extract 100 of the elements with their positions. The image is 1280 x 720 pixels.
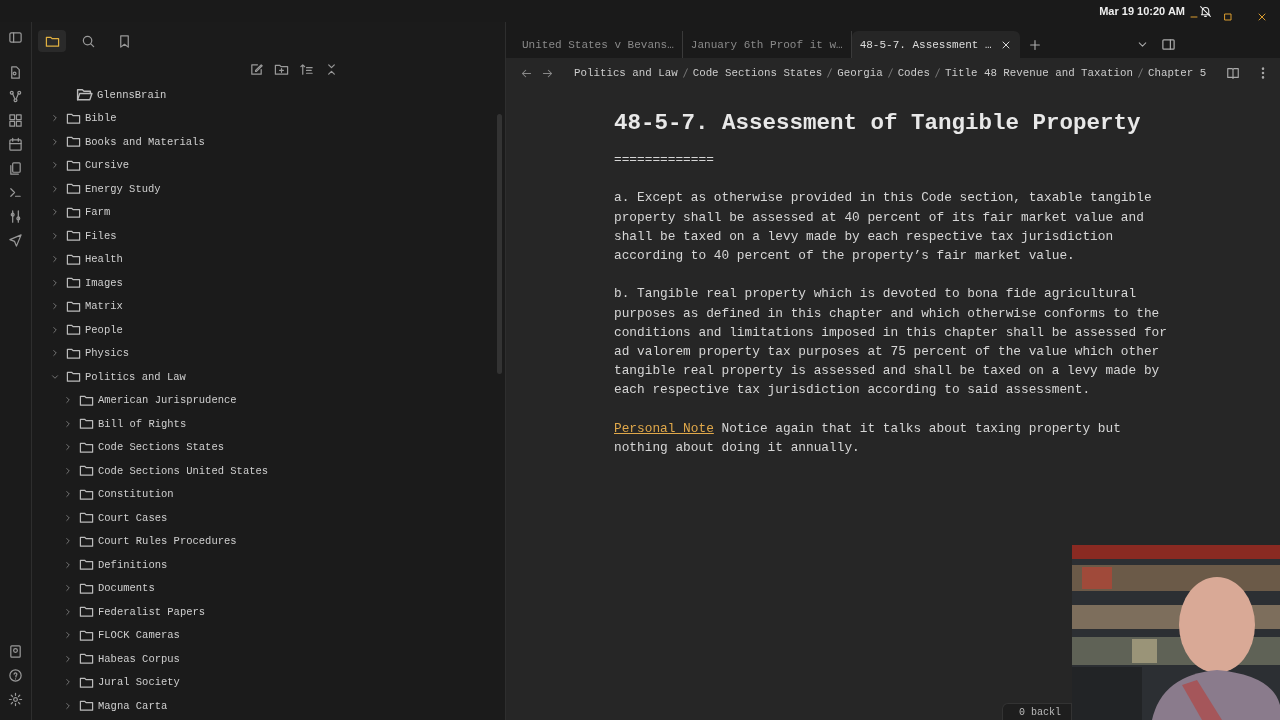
- folder-item[interactable]: Documents: [98, 582, 155, 595]
- terminal-icon[interactable]: [8, 185, 23, 200]
- paragraph: Personal Note Notice again that it talks about taxing property but nothing about doing it annually.: [614, 419, 1122, 457]
- folder-item[interactable]: Definitions: [98, 558, 168, 571]
- chevron-right-icon[interactable]: [63, 512, 73, 523]
- chevron-right-icon[interactable]: [63, 583, 73, 594]
- breadcrumb-separator-icon: [682, 68, 688, 78]
- folder-item[interactable]: GlennsBrain: [97, 88, 167, 101]
- sliders-icon[interactable]: [8, 209, 23, 224]
- breadcrumb-item[interactable]: Code Sections States: [692, 67, 823, 79]
- folder-icon: [79, 416, 94, 432]
- folder-icon: [66, 322, 81, 338]
- chevron-right-icon[interactable]: [50, 301, 60, 312]
- chevron-right-icon[interactable]: [50, 324, 60, 335]
- new-tab-icon[interactable]: [1027, 37, 1042, 52]
- folder-icon: [79, 651, 94, 667]
- folder-item[interactable]: FLOCK Cameras: [98, 629, 180, 642]
- folder-icon: [79, 510, 94, 526]
- close-icon[interactable]: [1256, 11, 1268, 23]
- chevron-right-icon[interactable]: [63, 630, 73, 641]
- breadcrumb-item[interactable]: Title 48 Revenue and Taxation: [945, 67, 1133, 79]
- chevron-right-icon[interactable]: [50, 207, 60, 218]
- send-icon[interactable]: [8, 233, 23, 248]
- chevron-right-icon[interactable]: [50, 160, 60, 171]
- breadcrumb-item[interactable]: Politics and Law: [574, 67, 678, 79]
- grid-icon[interactable]: [8, 113, 23, 128]
- folder-icon: [79, 557, 94, 573]
- folder-item[interactable]: Habeas Corpus: [98, 652, 180, 665]
- clock: Mar 19 10:20 AM: [1099, 5, 1185, 17]
- folder-item[interactable]: Court Cases: [98, 511, 168, 524]
- folder-icon: [66, 181, 81, 197]
- folder-item[interactable]: Matrix: [85, 300, 123, 313]
- folder-item[interactable]: Books and Materials: [85, 135, 205, 148]
- folder-item[interactable]: Politics and Law: [85, 370, 186, 383]
- maximize-icon[interactable]: [1222, 11, 1234, 23]
- folder-item[interactable]: Federalist Papers: [98, 605, 206, 618]
- breadcrumb-item[interactable]: Codes: [897, 67, 931, 79]
- breadcrumb-item[interactable]: Georgia: [837, 67, 883, 79]
- file-icon[interactable]: [8, 65, 23, 80]
- backlinks-count[interactable]: 0 backl: [1002, 703, 1072, 720]
- folder-item[interactable]: Images: [85, 276, 123, 289]
- breadcrumb-separator-icon: [935, 68, 941, 78]
- folder-item[interactable]: Code Sections United States: [98, 464, 269, 477]
- help-icon[interactable]: [8, 668, 23, 683]
- folder-icon: [66, 369, 81, 385]
- chevron-right-icon[interactable]: [63, 465, 73, 476]
- chevron-right-icon[interactable]: [50, 183, 60, 194]
- folder-icon: [79, 698, 94, 714]
- folder-item[interactable]: American Jurisprudence: [98, 394, 237, 407]
- chevron-right-icon[interactable]: [63, 700, 73, 711]
- folder-item[interactable]: Cursive: [85, 159, 130, 172]
- folder-item[interactable]: Bill of Rights: [98, 417, 187, 430]
- chevron-right-icon[interactable]: [50, 113, 60, 124]
- sidebar-toggle-icon[interactable]: [8, 30, 23, 45]
- folder-item[interactable]: Physics: [85, 347, 130, 360]
- edit-icon[interactable]: [248, 62, 264, 77]
- reading-view-icon[interactable]: [1226, 66, 1240, 80]
- chevron-right-icon[interactable]: [50, 277, 60, 288]
- breadcrumb-separator-icon: [827, 68, 833, 78]
- folder-item[interactable]: Energy Study: [85, 182, 161, 195]
- copy-icon[interactable]: [8, 161, 23, 176]
- folder-item[interactable]: Files: [85, 229, 117, 242]
- new-folder-icon[interactable]: [273, 62, 289, 77]
- note-tab[interactable]: 48-5-7. Assessment …: [851, 31, 1020, 58]
- chevron-right-icon[interactable]: [50, 348, 60, 359]
- folder-item[interactable]: Court Rules Procedures: [98, 535, 237, 548]
- graph-icon[interactable]: [8, 89, 23, 104]
- chevron-right-icon[interactable]: [63, 442, 73, 453]
- folder-item[interactable]: Jural Society: [98, 676, 180, 689]
- calendar-icon[interactable]: [8, 137, 23, 152]
- chevron-right-icon[interactable]: [63, 606, 73, 617]
- chevron-right-icon[interactable]: [63, 395, 73, 406]
- note-title: 48-5-7. Assessment of Tangible Property: [614, 109, 1142, 138]
- folder-item[interactable]: Bible: [85, 112, 117, 125]
- folder-icon: [66, 275, 81, 291]
- sort-icon[interactable]: [298, 62, 314, 77]
- chevron-right-icon[interactable]: [63, 653, 73, 664]
- paragraph: b. Tangible real property which is devoted to bona fide agricultural purposes as defined in this chapter and which otherwise conforms to the conditions and limitations imposed in this chapter shall be assessed for ad valorem property tax purposes at 75 percent of the value which other tangible real property is assessed and shall be taxed on a levy made by each respective tax jurisdiction according to said assessment.: [614, 285, 1167, 400]
- chevron-right-icon[interactable]: [50, 230, 60, 241]
- paragraph: a. Except as otherwise provided in this Code section, taxable tangible property shall be assessed at 40 percent of its fair market value and shall be taxed on a levy made by each respective tax jurisdiction according to 40 percent of the property’s fair market value.: [614, 189, 1153, 265]
- note-link[interactable]: Personal Note: [614, 420, 714, 436]
- folder-item[interactable]: Farm: [85, 206, 111, 219]
- chevron-right-icon[interactable]: [63, 418, 73, 429]
- folder-item[interactable]: People: [85, 323, 123, 336]
- split-view-icon[interactable]: [1161, 37, 1176, 52]
- chevron-right-icon[interactable]: [50, 254, 60, 265]
- settings-icon[interactable]: [8, 692, 23, 707]
- bell-off-icon[interactable]: [1199, 4, 1212, 18]
- folder-item[interactable]: Constitution: [98, 488, 174, 501]
- chevron-right-icon[interactable]: [63, 677, 73, 688]
- folder-item[interactable]: Code Sections States: [98, 441, 225, 454]
- chevron-right-icon[interactable]: [63, 489, 73, 500]
- breadcrumb-item[interactable]: Chapter 5: [1147, 67, 1207, 79]
- folder-item[interactable]: Health: [85, 253, 123, 266]
- chevron-right-icon[interactable]: [50, 136, 60, 147]
- chevron-right-icon[interactable]: [63, 536, 73, 547]
- scrollbar[interactable]: [497, 114, 502, 374]
- sidebar-tab[interactable]: [38, 30, 66, 52]
- chevron-right-icon[interactable]: [63, 559, 73, 570]
- folder-item[interactable]: Magna Carta: [98, 699, 168, 712]
